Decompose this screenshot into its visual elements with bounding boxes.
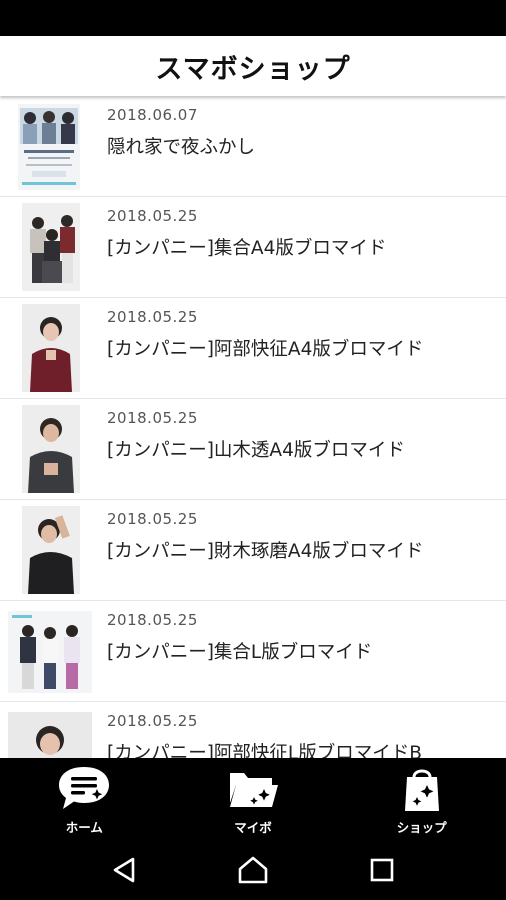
tab-shop[interactable]: ショップ — [362, 758, 482, 840]
product-thumbnail — [22, 506, 80, 594]
tab-label: ホーム — [65, 820, 103, 835]
tab-mybo[interactable]: マイボ — [193, 758, 313, 840]
product-thumbnail — [8, 712, 92, 758]
item-title: [カンパニー]阿部快征L版ブロマイドB — [107, 743, 422, 758]
product-list: 2018.06.07 隠れ家で夜ふかし 2018.05.25 [カンパニー]集合… — [0, 96, 506, 758]
list-item[interactable]: 2018.05.25 [カンパニー]阿部快征L版ブロマイドB — [0, 702, 506, 758]
back-button[interactable] — [104, 850, 144, 890]
list-item[interactable]: 2018.05.25 [カンパニー]財木琢磨A4版ブロマイド — [0, 500, 506, 601]
home-button[interactable] — [233, 850, 273, 890]
item-date: 2018.05.25 — [107, 207, 198, 225]
item-title: [カンパニー]集合A4版ブロマイド — [107, 238, 387, 259]
item-title: [カンパニー]財木琢磨A4版ブロマイド — [107, 541, 424, 562]
bottom-tab-bar: ホーム マイボ ショップ — [0, 758, 506, 840]
folder-sparkle-icon — [229, 773, 278, 807]
product-thumbnail — [8, 611, 92, 693]
item-date: 2018.05.25 — [107, 510, 198, 528]
product-thumbnail — [18, 104, 80, 190]
list-item[interactable]: 2018.05.25 [カンパニー]山木透A4版ブロマイド — [0, 399, 506, 500]
recents-button[interactable] — [362, 850, 402, 890]
back-icon — [114, 857, 135, 883]
list-item[interactable]: 2018.05.25 [カンパニー]阿部快征A4版ブロマイド — [0, 298, 506, 399]
product-thumbnail — [22, 405, 80, 493]
status-bar — [0, 0, 506, 36]
item-title: [カンパニー]阿部快征A4版ブロマイド — [107, 339, 424, 360]
item-date: 2018.05.25 — [107, 611, 198, 629]
product-thumbnail — [22, 203, 80, 291]
shopping-bag-icon — [404, 769, 439, 811]
item-date: 2018.05.25 — [107, 712, 198, 730]
tab-label: ショップ — [396, 820, 447, 835]
item-title: [カンパニー]集合L版ブロマイド — [107, 642, 373, 663]
list-item[interactable]: 2018.06.07 隠れ家で夜ふかし — [0, 96, 506, 197]
system-nav-bar — [0, 840, 506, 900]
tab-home[interactable]: ホーム — [24, 758, 144, 840]
tab-label: マイボ — [234, 820, 272, 835]
list-item[interactable]: 2018.05.25 [カンパニー]集合A4版ブロマイド — [0, 197, 506, 298]
item-title: [カンパニー]山木透A4版ブロマイド — [107, 440, 405, 461]
item-date: 2018.06.07 — [107, 106, 198, 124]
item-date: 2018.05.25 — [107, 409, 198, 427]
app-header: スマボショップ — [0, 36, 506, 96]
home-icon — [238, 856, 268, 884]
item-title: 隠れ家で夜ふかし — [107, 137, 256, 158]
page-title: スマボショップ — [155, 53, 351, 85]
product-thumbnail — [22, 304, 80, 392]
recents-icon — [370, 858, 393, 882]
chat-bubble-icon — [59, 767, 110, 809]
item-date: 2018.05.25 — [107, 308, 198, 326]
list-item[interactable]: 2018.05.25 [カンパニー]集合L版ブロマイド — [0, 601, 506, 702]
